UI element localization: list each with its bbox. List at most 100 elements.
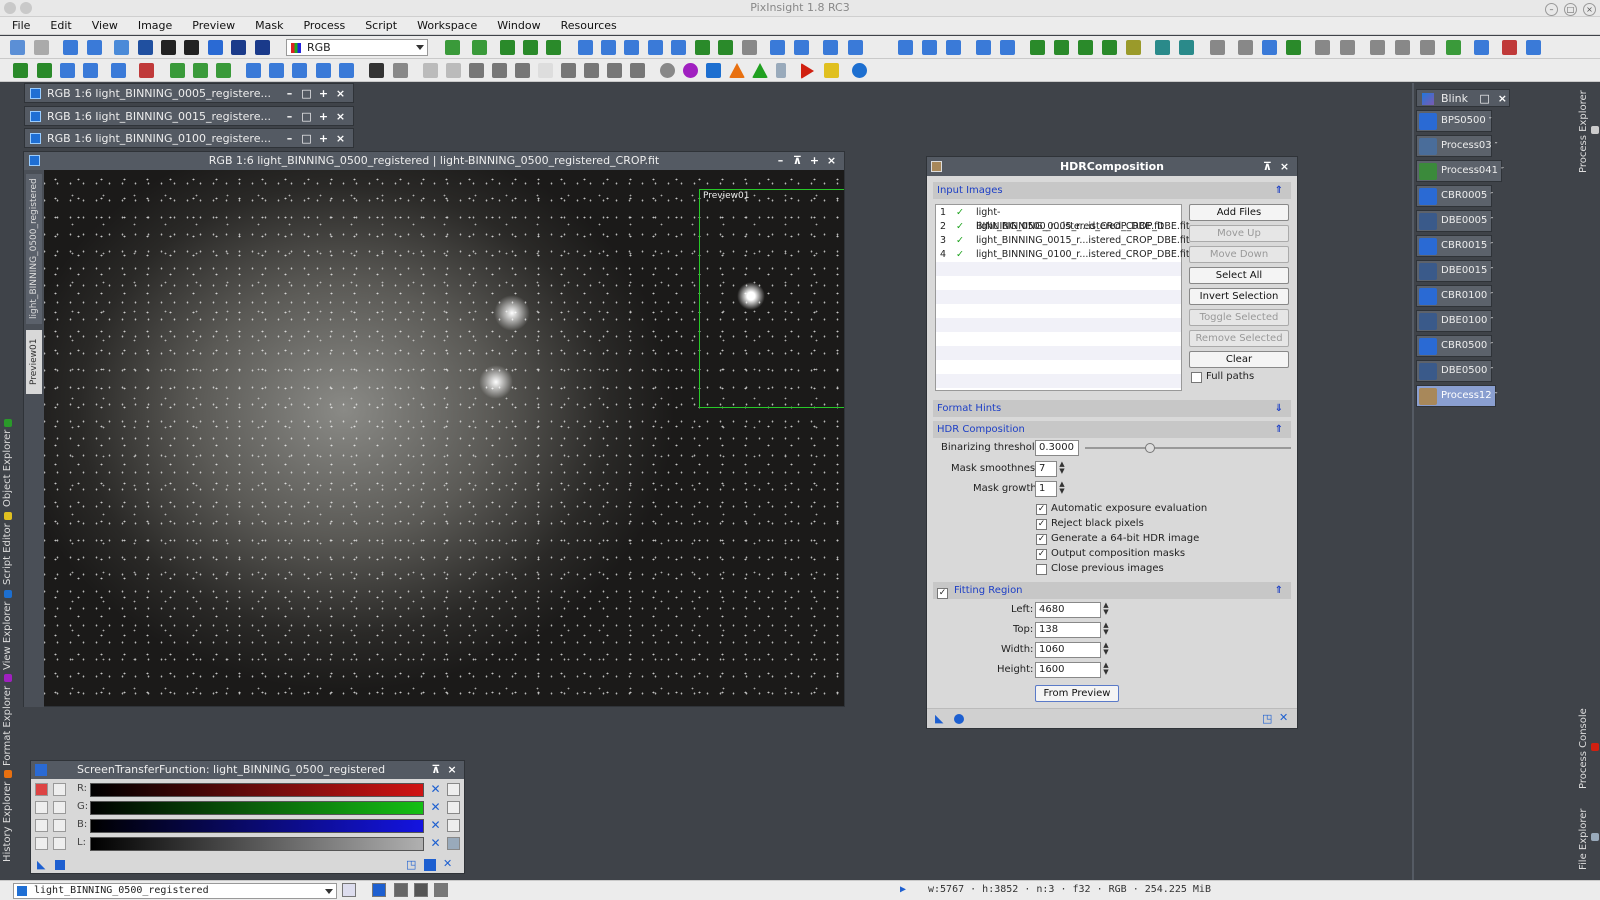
align-icon[interactable] bbox=[13, 63, 28, 78]
gray-square-icon[interactable] bbox=[393, 63, 408, 78]
histogram-icon[interactable] bbox=[1315, 40, 1330, 55]
script-s-icon[interactable] bbox=[824, 63, 839, 78]
channel-a-icon[interactable] bbox=[35, 819, 48, 832]
stack-icon[interactable] bbox=[170, 63, 185, 78]
close-icon[interactable]: × bbox=[823, 152, 840, 169]
calculator-icon[interactable] bbox=[83, 63, 98, 78]
color-mode-select[interactable]: RGB bbox=[286, 39, 428, 56]
star-align-icon[interactable] bbox=[37, 63, 52, 78]
gray-3-icon[interactable] bbox=[515, 63, 530, 78]
zoom-out-icon[interactable] bbox=[472, 40, 487, 55]
stretch-icon[interactable] bbox=[601, 40, 616, 55]
mask-growth-input[interactable]: 1 bbox=[1035, 481, 1057, 497]
close-icon[interactable]: × bbox=[332, 107, 349, 127]
shade-icon[interactable]: ⊼ bbox=[1259, 157, 1276, 176]
add-files-button[interactable]: Add Files bbox=[1189, 204, 1289, 221]
maximize-icon[interactable]: □ bbox=[298, 84, 315, 104]
section-input-images[interactable]: Input Images ⇑ bbox=[933, 182, 1291, 199]
tab-file-explorer[interactable]: File Explorer bbox=[1578, 803, 1599, 875]
gear-icon[interactable] bbox=[660, 63, 675, 78]
refresh-icon[interactable] bbox=[852, 63, 867, 78]
tab-format-explorer[interactable]: Format Explorer bbox=[2, 674, 20, 766]
process-icon-dbe0100[interactable]: DBE0100 ″ bbox=[1416, 310, 1493, 332]
zoom-tool-icon[interactable] bbox=[770, 40, 785, 55]
clear-button[interactable]: Clear bbox=[1189, 351, 1289, 368]
open-icon[interactable] bbox=[63, 40, 78, 55]
maximize-icon[interactable]: □ bbox=[1479, 92, 1489, 105]
menu-process[interactable]: Process bbox=[291, 17, 353, 35]
automatic-exposure-checkbox[interactable]: ✓ bbox=[1036, 504, 1047, 515]
run-script-icon[interactable] bbox=[801, 63, 814, 79]
gray-1-icon[interactable] bbox=[469, 63, 484, 78]
save-icon[interactable] bbox=[87, 40, 102, 55]
process-icon-process03[interactable]: Process03 ″ bbox=[1416, 135, 1498, 157]
shade-icon[interactable]: ⊼ bbox=[789, 152, 806, 169]
gray-7-icon[interactable] bbox=[630, 63, 645, 78]
rotate-ccw-icon[interactable] bbox=[269, 63, 284, 78]
reset-icon[interactable] bbox=[447, 819, 460, 832]
tab-process-console[interactable]: Process Console bbox=[1578, 705, 1599, 793]
play-icon[interactable]: ▶ bbox=[900, 884, 906, 895]
track-view-icon[interactable] bbox=[424, 859, 436, 871]
top-input[interactable]: 138 bbox=[1035, 622, 1101, 638]
generate-64bit-checkbox[interactable]: ✓ bbox=[1036, 534, 1047, 545]
menu-image[interactable]: Image bbox=[126, 17, 180, 35]
select-all-button[interactable]: Select All bbox=[1189, 267, 1289, 284]
process-icon-cbr0500[interactable]: CBR0500 ″ bbox=[1416, 335, 1493, 357]
tab-object-explorer[interactable]: Object Explorer bbox=[2, 418, 20, 508]
fitting-region-checkbox[interactable]: ✓ bbox=[937, 588, 948, 599]
script-icon[interactable] bbox=[1126, 40, 1141, 55]
new-instance-icon[interactable]: ◣ bbox=[37, 858, 45, 871]
apply-icon[interactable] bbox=[55, 860, 65, 870]
track-view-icon[interactable] bbox=[671, 40, 686, 55]
apply-global-icon[interactable] bbox=[954, 714, 964, 724]
process-icon-cbr0100[interactable]: CBR0100 ″ bbox=[1416, 285, 1493, 307]
full-paths-checkbox[interactable] bbox=[1191, 372, 1202, 383]
magnifier-icon[interactable] bbox=[794, 40, 809, 55]
crop-icon[interactable] bbox=[1262, 40, 1277, 55]
remove-selected-button[interactable]: Remove Selected bbox=[1189, 330, 1289, 347]
move-down-button[interactable]: Move Down bbox=[1189, 246, 1289, 263]
reset-icon[interactable] bbox=[447, 801, 460, 814]
auto-stretch-icon[interactable]: ✕ bbox=[429, 801, 442, 814]
output-masks-checkbox[interactable]: ✓ bbox=[1036, 549, 1047, 560]
settings-icon[interactable] bbox=[1395, 40, 1410, 55]
list-item[interactable]: 1 ✓ light-BINNING_0500_r...istered_CROP_DB… bbox=[936, 206, 1181, 232]
close-icon[interactable]: × bbox=[332, 84, 349, 104]
options-icon[interactable] bbox=[1420, 40, 1435, 55]
from-preview-button[interactable]: From Preview bbox=[1035, 685, 1119, 702]
channel-bar-l[interactable] bbox=[90, 837, 424, 851]
pin-icon[interactable]: + bbox=[315, 107, 332, 127]
layers-icon[interactable] bbox=[1340, 40, 1355, 55]
display-mode-3-icon[interactable] bbox=[414, 883, 428, 897]
redo-icon[interactable] bbox=[34, 40, 49, 55]
color-manage-icon[interactable] bbox=[1502, 40, 1517, 55]
drizzle-icon[interactable] bbox=[216, 63, 231, 78]
reset-all-icon[interactable]: ✕ bbox=[443, 857, 452, 870]
white-square-icon[interactable] bbox=[538, 63, 553, 78]
new-preview-icon[interactable] bbox=[695, 40, 710, 55]
close-icon[interactable]: × bbox=[332, 129, 349, 149]
channel-1-icon[interactable] bbox=[35, 801, 48, 814]
reset-icon[interactable] bbox=[447, 783, 460, 796]
preview-rectangle[interactable]: Preview01 bbox=[699, 189, 844, 408]
close-window-icon[interactable]: × bbox=[1583, 3, 1596, 16]
tab-history-explorer[interactable]: History Explorer bbox=[2, 770, 20, 862]
binarizing-threshold-input[interactable]: 0.3000 bbox=[1035, 440, 1079, 456]
zoom-1-1-icon[interactable] bbox=[500, 40, 515, 55]
pan-icon[interactable] bbox=[578, 40, 593, 55]
gray-6-icon[interactable] bbox=[607, 63, 622, 78]
rgb-display-icon[interactable] bbox=[255, 40, 270, 55]
gray-2-icon[interactable] bbox=[492, 63, 507, 78]
readout-icon[interactable] bbox=[546, 40, 561, 55]
fit-view-icon[interactable] bbox=[523, 40, 538, 55]
green-triangle-icon[interactable] bbox=[752, 63, 768, 78]
window-menu-icon[interactable] bbox=[20, 2, 32, 14]
minimize-icon[interactable]: – bbox=[772, 152, 789, 169]
maximize-icon[interactable]: □ bbox=[298, 129, 315, 149]
duplicate-icon[interactable] bbox=[138, 40, 153, 55]
auto-stretch-icon[interactable]: ✕ bbox=[429, 819, 442, 832]
integrate-icon[interactable] bbox=[193, 63, 208, 78]
iconized-window-0005[interactable]: RGB 1:6 light_BINNING_0005_registere... … bbox=[24, 83, 354, 103]
image-container-icon[interactable] bbox=[1102, 40, 1117, 55]
